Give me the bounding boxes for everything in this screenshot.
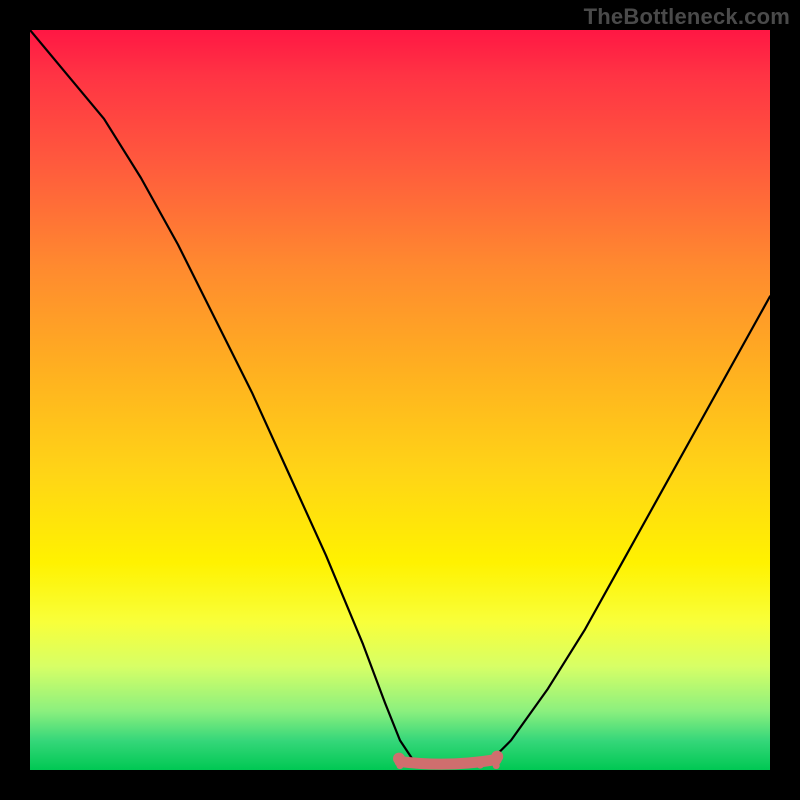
valley-highlight-dot bbox=[412, 761, 420, 769]
valley-highlight-dot bbox=[493, 762, 500, 769]
valley-highlight-dot bbox=[444, 759, 453, 768]
plot-area bbox=[30, 30, 770, 770]
valley-highlight-dot bbox=[428, 760, 437, 769]
valley-highlight bbox=[400, 760, 496, 765]
valley-highlight-dot bbox=[397, 762, 404, 769]
valley-highlight-dot bbox=[476, 761, 484, 769]
valley-highlight-end bbox=[393, 753, 405, 765]
chart-container: TheBottleneck.com bbox=[0, 0, 800, 800]
valley-highlight-dot bbox=[460, 760, 469, 769]
bottleneck-curve bbox=[30, 30, 770, 766]
curve-svg bbox=[30, 30, 770, 770]
watermark-text: TheBottleneck.com bbox=[584, 4, 790, 30]
valley-highlight-end bbox=[491, 751, 503, 763]
